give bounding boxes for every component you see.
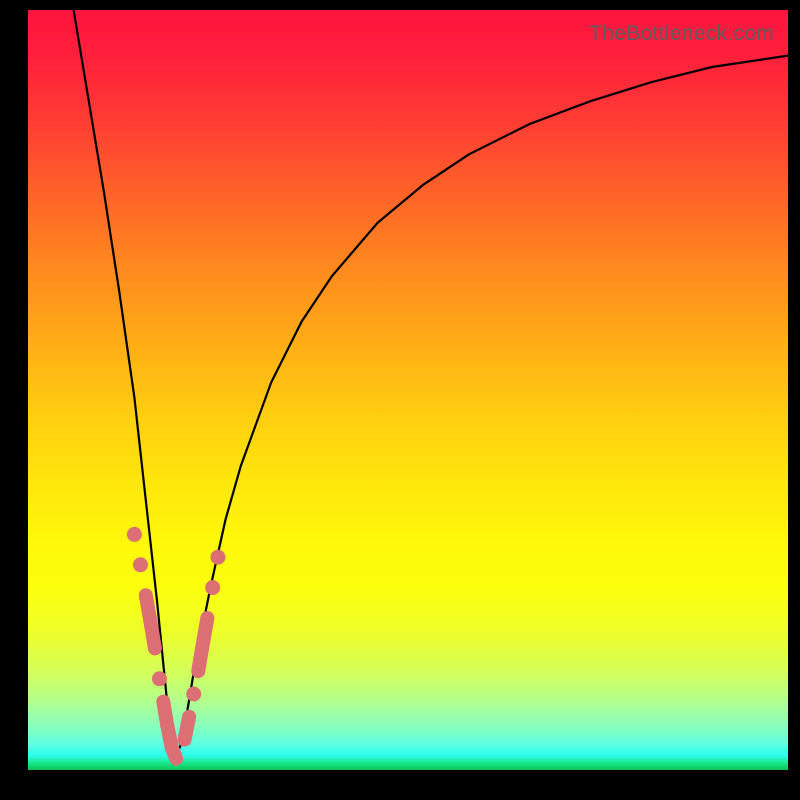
highlight-pill [172,747,177,758]
highlight-pill [185,717,190,740]
highlight-dot [211,550,226,565]
highlight-pill [151,626,155,649]
highlight-markers [127,527,226,759]
highlight-dot [186,687,201,702]
highlight-dot [152,671,167,686]
highlight-pill [202,618,207,648]
highlight-dot [205,580,220,595]
bottleneck-curve [74,10,788,755]
highlight-dot [133,557,148,572]
chart-frame: TheBottleneck.com [0,0,800,800]
highlight-dot [127,527,142,542]
plot-area: TheBottleneck.com [28,10,788,770]
curve-svg [28,10,788,770]
